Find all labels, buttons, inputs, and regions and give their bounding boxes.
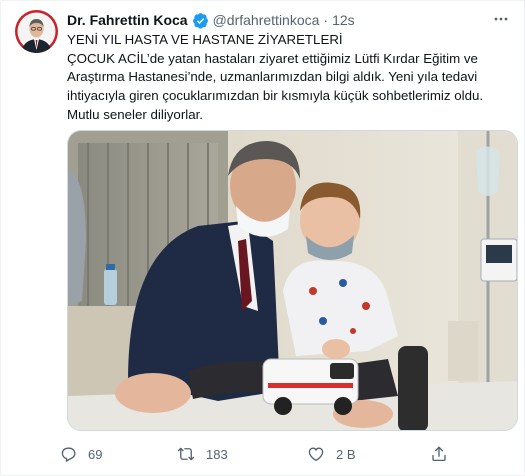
share-button[interactable] [430,441,448,467]
more-options-icon[interactable] [490,9,512,29]
retweet-icon [177,447,195,461]
verified-badge-icon [192,12,208,29]
share-icon [432,446,446,462]
tweet-headline: YENİ YIL HASTA VE HASTANE ZİYARETLERİ [67,32,343,47]
tweet-timestamp[interactable]: 12s [332,12,355,28]
author-name[interactable]: Dr. Fahrettin Koca [67,12,188,28]
photo-image [68,131,517,430]
tweet-actions: 69 183 2 B [59,441,459,467]
reply-button[interactable]: 69 [59,441,102,467]
retweet-button[interactable]: 183 [177,441,228,467]
tweet-photo[interactable] [67,130,518,431]
like-count: 2 B [336,446,356,462]
like-button[interactable]: 2 B [307,441,356,467]
tweet-header: Dr. Fahrettin Koca @drfahrettinkoca · 12… [67,11,494,29]
tweet-card[interactable]: Dr. Fahrettin Koca @drfahrettinkoca · 12… [0,0,525,476]
like-icon [308,447,324,461]
reply-count: 69 [88,446,103,462]
separator-dot: · [323,12,329,28]
reply-icon [61,447,76,463]
avatar[interactable] [15,10,58,53]
tweet-body: ÇOCUK ACİL’de yatan hastaları ziyaret et… [67,50,484,122]
retweet-count: 183 [206,446,228,462]
author-handle[interactable]: @drfahrettinkoca [213,12,320,28]
tweet-text: YENİ YIL HASTA VE HASTANE ZİYARETLERİ ÇO… [67,31,515,125]
avatar-image [15,10,58,53]
